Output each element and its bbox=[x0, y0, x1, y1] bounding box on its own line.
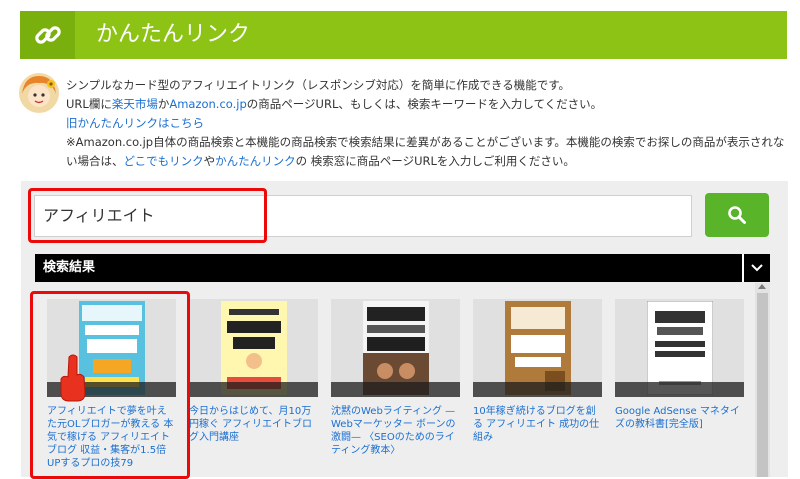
book-cover bbox=[220, 301, 287, 395]
result-card[interactable]: 沈黙のWebライティング —Webマーケッター ボーンの激闘— 〈SEOのための… bbox=[331, 299, 460, 457]
old-kantan-link[interactable]: 旧かんたんリンクはこちら bbox=[66, 116, 204, 130]
results-header: 検索結果 bbox=[35, 254, 770, 282]
book-title-link[interactable]: Google AdSense マネタイズの教科書[完全版] bbox=[615, 405, 744, 431]
kantan-link[interactable]: かんたんリンク bbox=[215, 154, 296, 168]
book-cover bbox=[504, 301, 571, 395]
mascot-avatar bbox=[18, 72, 60, 114]
dokodemo-link[interactable]: どこでもリンク bbox=[124, 154, 204, 168]
result-card[interactable]: Google AdSense マネタイズの教科書[完全版] bbox=[615, 299, 744, 431]
results-scrollbar[interactable] bbox=[755, 283, 770, 477]
collapse-toggle[interactable] bbox=[742, 254, 770, 282]
results-label: 検索結果 bbox=[43, 260, 96, 275]
search-icon bbox=[728, 206, 746, 224]
search-button[interactable] bbox=[705, 193, 769, 237]
highlight-box-search bbox=[28, 188, 267, 243]
book-cover bbox=[646, 301, 713, 395]
book-cover bbox=[362, 301, 429, 395]
description: シンプルなカード型のアフィリエイトリンク（レスポンシブ対応）を簡単に作成できる機… bbox=[66, 76, 786, 171]
highlight-box-result bbox=[30, 291, 190, 479]
page-title: かんたんリンク bbox=[96, 22, 251, 47]
desc-line-1: シンプルなカード型のアフィリエイトリンク（レスポンシブ対応）を簡単に作成できる機… bbox=[66, 78, 571, 92]
page-header: かんたんリンク bbox=[20, 11, 787, 59]
book-thumbnail[interactable] bbox=[189, 299, 318, 397]
book-title-link[interactable]: 沈黙のWebライティング —Webマーケッター ボーンの激闘— 〈SEOのための… bbox=[331, 405, 460, 457]
rakuten-link[interactable]: 楽天市場 bbox=[112, 97, 158, 111]
scroll-up-icon[interactable] bbox=[758, 284, 766, 289]
book-title-link[interactable]: 今日からはじめて、月10万円稼ぐ アフィリエイトブログ入門講座 bbox=[189, 405, 318, 444]
link-icon bbox=[20, 11, 75, 59]
desc-note-1: ※Amazon.co.jp自体の商品検索と本機能の商品検索で検索結果に差異がある… bbox=[66, 135, 785, 149]
hand-pointer-icon bbox=[60, 354, 86, 402]
book-thumbnail[interactable] bbox=[615, 299, 744, 397]
desc-line-2: URL欄に楽天市場かAmazon.co.jpの商品ページURL、もしくは、検索キ… bbox=[66, 97, 603, 111]
result-card[interactable]: 10年稼ぎ続けるブログを創る アフィリエイト 成功の仕組み bbox=[473, 299, 602, 444]
desc-note-2: い場合は、どこでもリンクやかんたんリンクの 検索窓に商品ページURLを入力しご利… bbox=[66, 154, 575, 168]
book-thumbnail[interactable] bbox=[473, 299, 602, 397]
result-card[interactable]: 今日からはじめて、月10万円稼ぐ アフィリエイトブログ入門講座 bbox=[189, 299, 318, 444]
book-thumbnail[interactable] bbox=[331, 299, 460, 397]
chevron-down-icon bbox=[751, 264, 763, 272]
amazon-link[interactable]: Amazon.co.jp bbox=[169, 97, 246, 111]
scroll-thumb[interactable] bbox=[757, 293, 768, 477]
book-title-link[interactable]: 10年稼ぎ続けるブログを創る アフィリエイト 成功の仕組み bbox=[473, 405, 602, 444]
